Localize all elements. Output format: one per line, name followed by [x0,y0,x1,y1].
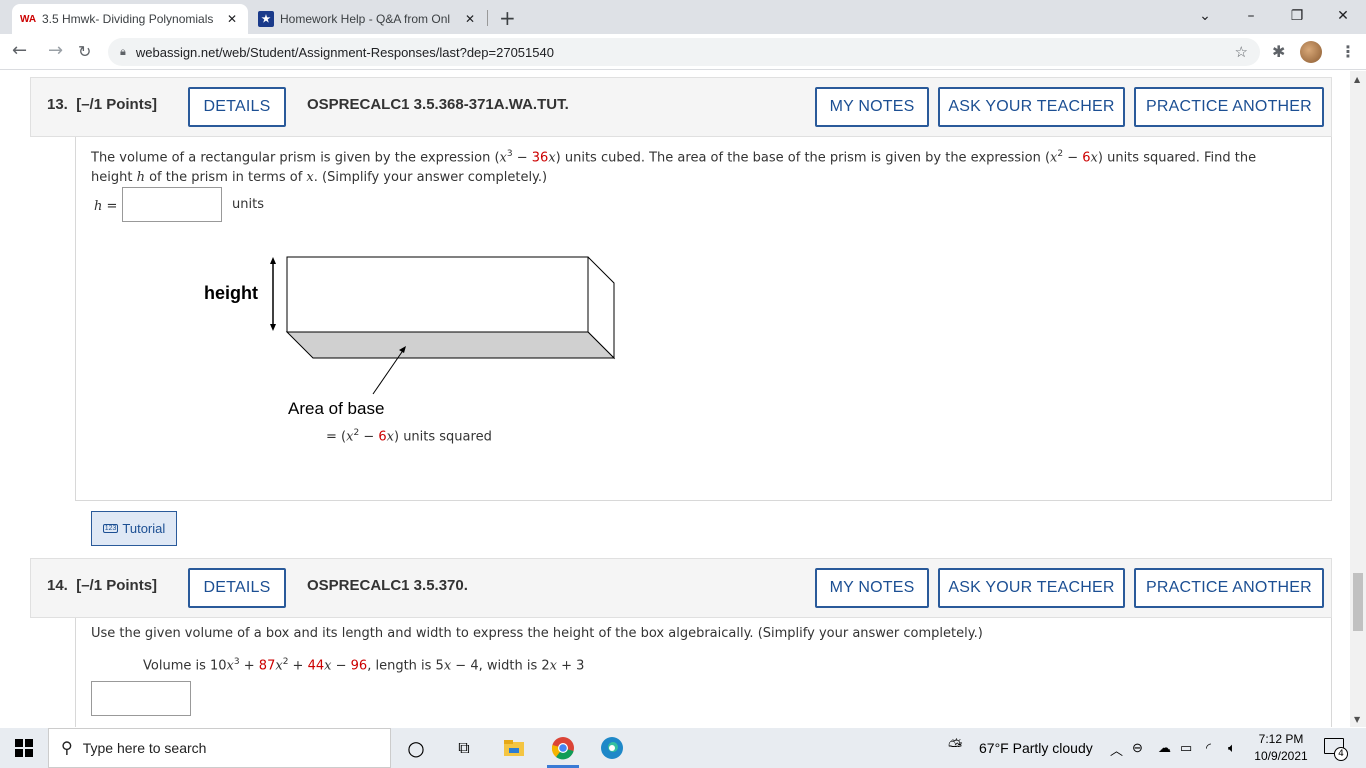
lock-icon: 🔒︎ [120,45,126,58]
scrollbar-thumb[interactable] [1353,573,1363,631]
cortana-icon[interactable]: ○ [404,736,428,760]
search-icon: ⚲ [61,740,73,757]
meet-now-icon[interactable]: ⊖ [1132,740,1143,756]
extensions-puzzle-icon[interactable]: ✱ [1272,42,1285,61]
tab-webassign[interactable]: WA 3.5 Hmwk- Dividing Polynomials ✕ [12,4,248,34]
details-button[interactable]: DETAILS [188,87,286,127]
onedrive-cloud-icon[interactable]: ☁︎ [1158,740,1171,756]
box-height-answer-input[interactable] [91,681,191,716]
question-prompt: Use the given volume of a box and its le… [91,626,983,641]
reload-icon[interactable]: ↻ [78,42,91,61]
browser-tab-bar: WA 3.5 Hmwk- Dividing Polynomials ✕ ★ Ho… [0,0,1366,34]
close-window-button[interactable]: ✕ [1320,0,1366,32]
back-icon[interactable]: ← [12,40,27,61]
tab-title: 3.5 Hmwk- Dividing Polynomials [42,12,214,26]
clock[interactable]: 7:12 PM 10/9/2021 [1254,731,1308,765]
tab-homework-help[interactable]: ★ Homework Help - Q&A from Onl ✕ [250,4,486,34]
area-of-base-expression: = (x2 − 6x) units squared [326,428,492,445]
minimize-button[interactable]: – [1228,0,1274,32]
details-button[interactable]: DETAILS [188,568,286,608]
tutorial-label: Tutorial [122,521,166,536]
practice-another-button[interactable]: PRACTICE ANOTHER [1134,87,1324,127]
height-label: height [204,283,258,303]
new-tab-button[interactable]: + [499,6,516,30]
question-13-header: 13. [–/1 Points] DETAILS OSPRECALC1 3.5.… [30,77,1332,137]
weather-text[interactable]: 67°F Partly cloudy [979,740,1093,756]
tab-close-icon[interactable]: ✕ [462,12,478,26]
weather-partly-cloudy-icon[interactable]: ⛅︎ [948,736,962,757]
question-prompt: The volume of a rectangular prism is giv… [91,149,1257,186]
forward-icon[interactable]: → [48,40,63,61]
question-13-body: The volume of a rectangular prism is giv… [75,137,1332,546]
windows-taskbar: ⚲ Type here to search ○ ⧉ ⛅︎ 67°F Partly… [0,728,1366,768]
show-hidden-icons-icon[interactable]: ︿ [1110,740,1123,759]
battery-icon[interactable]: ▭ [1180,740,1192,756]
tutorial-button[interactable]: 123 Tutorial [91,511,177,546]
notification-count-badge: 4 [1334,747,1348,761]
edge-icon[interactable] [600,736,624,760]
url-text: webassign.net/web/Student/Assignment-Res… [135,44,554,60]
tab-divider [487,10,488,26]
height-answer-input[interactable] [122,187,222,222]
given-values: Volume is 10x3 + 87x2 + 44x − 96, length… [143,657,585,674]
page-scrollbar[interactable]: ▲ ▼ [1350,71,1366,727]
browser-toolbar: ← → ↻ 🔒︎ webassign.net/web/Student/Assig… [0,34,1366,70]
windows-start-icon[interactable] [12,736,36,760]
profile-avatar[interactable] [1300,41,1322,63]
star-favicon-icon: ★ [258,11,274,27]
my-notes-button[interactable]: MY NOTES [815,87,929,127]
prism-front-face [286,256,589,333]
address-bar[interactable]: 🔒︎ webassign.net/web/Student/Assignment-… [108,38,1260,66]
my-notes-button[interactable]: MY NOTES [815,568,929,608]
scroll-down-icon[interactable]: ▼ [1354,715,1360,724]
file-explorer-icon[interactable] [502,736,526,760]
tab-title: Homework Help - Q&A from Onl [280,12,451,26]
area-of-base-label: Area of base [288,399,385,418]
assignment-page: 13. [–/1 Points] DETAILS OSPRECALC1 3.5.… [0,71,1350,727]
scroll-up-icon[interactable]: ▲ [1354,75,1360,84]
question-number: 13. [–/1 Points] [47,96,158,113]
chrome-icon[interactable] [551,736,575,760]
prism-base-face [285,331,616,359]
menu-kebab-icon[interactable]: ⋮ [1340,42,1356,61]
task-view-icon[interactable]: ⧉ [452,736,476,760]
date: 10/9/2021 [1254,749,1308,763]
question-code: OSPRECALC1 3.5.370. [307,577,468,594]
search-placeholder: Type here to search [82,740,207,756]
volume-icon[interactable]: 🔈︎ [1228,740,1236,756]
webassign-favicon-icon: WA [19,13,37,25]
answer-unit: units [232,197,264,212]
bookmark-star-icon[interactable]: ☆ [1235,43,1248,61]
question-14-body: Use the given volume of a box and its le… [75,618,1332,727]
question-14-header: 14. [–/1 Points] DETAILS OSPRECALC1 3.5.… [30,558,1332,618]
height-arrow-down-icon [270,324,276,331]
tutorial-123-icon: 123 [102,524,119,533]
taskbar-search-box[interactable]: ⚲ Type here to search [48,728,391,768]
answer-label: h = [94,199,118,214]
wifi-icon[interactable]: ◜ [1206,740,1211,756]
tab-search-icon[interactable]: ⌄ [1182,0,1228,32]
practice-another-button[interactable]: PRACTICE ANOTHER [1134,568,1324,608]
question-code: OSPRECALC1 3.5.368-371A.WA.TUT. [307,96,569,113]
ask-your-teacher-button[interactable]: ASK YOUR TEACHER [938,87,1125,127]
time: 7:12 PM [1258,732,1304,746]
height-arrow-up-icon [270,257,276,264]
ask-your-teacher-button[interactable]: ASK YOUR TEACHER [938,568,1125,608]
question-number: 14. [–/1 Points] [47,577,158,594]
restore-button[interactable]: ❐ [1274,0,1320,32]
tab-close-icon[interactable]: ✕ [224,12,240,26]
